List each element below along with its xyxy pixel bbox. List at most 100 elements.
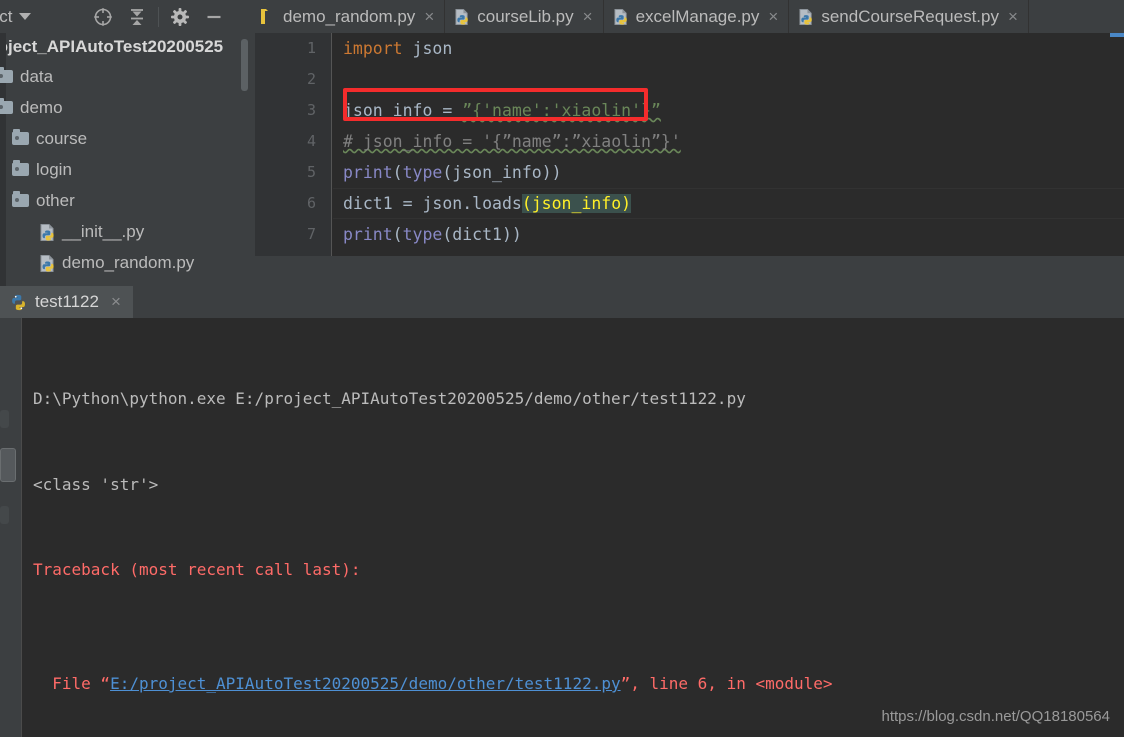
- collapse-all-icon-svg: [131, 8, 143, 25]
- close-icon[interactable]: ×: [111, 292, 121, 312]
- tree-item-project-root[interactable]: roject_APIAutoTest20200525: [0, 33, 255, 61]
- python-file-icon: [40, 254, 55, 272]
- token-punct: (json_info)): [442, 163, 562, 182]
- gear-icon-svg: [171, 7, 189, 26]
- console-gutter-button-3[interactable]: [0, 506, 9, 524]
- line-number: 2: [306, 70, 316, 88]
- tree-item-demo[interactable]: demo: [0, 92, 255, 123]
- locate-target-icon-svg: [94, 7, 112, 26]
- tree-item-demo-random-py[interactable]: demo_random.py: [0, 247, 255, 278]
- code-line-3[interactable]: json_info = ”{'name':'xiaolin'}”: [333, 95, 1124, 126]
- tree-item-label: data: [20, 66, 54, 86]
- code-text-area[interactable]: import json json_info = ”{'name':'xiaoli…: [333, 33, 1124, 286]
- tree-item-label: __init__.py: [62, 221, 145, 241]
- editor-tab-courseLib[interactable]: courseLib.py ×: [445, 0, 604, 33]
- tree-item-login[interactable]: login: [0, 154, 255, 185]
- editor-tab-bar: demo_random.py × courseLib.py × excelMan…: [255, 0, 1124, 33]
- token-punct: (: [392, 225, 403, 244]
- python-file-icon: [614, 8, 629, 25]
- close-icon[interactable]: ×: [1008, 7, 1018, 27]
- editor-tab-demo_random[interactable]: demo_random.py ×: [255, 0, 446, 33]
- watermark: https://blog.csdn.net/QQ18180564: [881, 708, 1111, 725]
- file-link[interactable]: E:/project_APIAutoTest20200525/demo/othe…: [110, 674, 621, 693]
- folder-icon: [0, 67, 13, 83]
- console-gutter-button-1[interactable]: [0, 410, 9, 428]
- project-scrollbar[interactable]: [241, 39, 248, 91]
- hide-icon[interactable]: [197, 0, 231, 33]
- code-line-4[interactable]: # json_info = '{”name”:”xiaolin”}': [333, 126, 1124, 157]
- frame-suffix: ”, line 6, in <module>: [620, 674, 833, 693]
- collapse-all-icon[interactable]: [120, 0, 154, 33]
- run-console-panel[interactable]: D:\Python\python.exe E:/project_APIAutoT…: [0, 318, 1124, 737]
- editor-tab-label: demo_random.py: [283, 6, 416, 26]
- frame-prefix: File “: [33, 674, 111, 693]
- python-file-icon: [455, 8, 470, 25]
- code-editor[interactable]: 1 2 3 4 5 6 7 8 import json json_info = …: [255, 33, 1124, 286]
- python-file-icon-svg: [455, 8, 468, 25]
- token-operator: =: [442, 101, 463, 120]
- tree-item-other[interactable]: other: [0, 185, 255, 216]
- run-tab-test1122[interactable]: test1122 ×: [0, 286, 133, 318]
- project-label: ject: [0, 6, 13, 26]
- code-line-6[interactable]: dict1 = json.loads(json_info): [333, 188, 1124, 219]
- console-toolbar-gutter[interactable]: [0, 318, 22, 737]
- toolbar-separator: [158, 6, 159, 27]
- console-output[interactable]: D:\Python\python.exe E:/project_APIAutoT…: [23, 318, 1124, 737]
- token-string: ”{'name':'xiaolin'}”: [462, 101, 661, 120]
- python-file-icon-svg: [799, 8, 813, 25]
- pycharm-window: ject: [0, 0, 1124, 737]
- tree-item-course[interactable]: course: [0, 123, 255, 154]
- python-file-icon-svg: [40, 223, 54, 241]
- line-number: 5: [306, 163, 316, 181]
- folder-icon: [0, 98, 13, 114]
- line-number-gutter: 1 2 3 4 5 6 7 8: [255, 33, 332, 286]
- run-tab-label: test1122: [35, 292, 99, 311]
- editor-tab-label: excelManage.py: [635, 6, 760, 26]
- editor-tab-excelManage[interactable]: excelManage.py ×: [604, 0, 790, 33]
- code-line-2[interactable]: [333, 64, 1124, 95]
- folder-icon: [12, 191, 29, 207]
- chevron-down-icon[interactable]: [19, 13, 32, 20]
- code-line-1[interactable]: import json: [333, 33, 1124, 64]
- hide-icon-svg: [207, 15, 221, 18]
- code-line-5[interactable]: print(type(json_info)): [333, 157, 1124, 188]
- python-file-icon: [799, 8, 814, 25]
- tree-item-label: demo: [20, 97, 63, 117]
- line-number: 1: [306, 39, 316, 57]
- python-file-icon-svg: [614, 8, 627, 25]
- console-line: D:\Python\python.exe E:/project_APIAutoT…: [33, 389, 746, 408]
- folder-icon: [12, 160, 29, 176]
- tree-item-label: login: [36, 159, 72, 179]
- token-comment: # json_info = '{”name”:”xiaolin”}': [343, 132, 681, 151]
- token-function: print: [343, 225, 393, 244]
- console-line: <class 'str'>: [33, 474, 159, 494]
- token-keyword: import: [343, 39, 403, 58]
- line-number: 6: [306, 194, 316, 212]
- token-identifier: dict1 = json.loads: [343, 194, 522, 213]
- tree-item-init-py[interactable]: __init__.py: [0, 216, 255, 247]
- folder-icon: [12, 129, 29, 145]
- editor-bottom-strip: [255, 256, 1124, 286]
- close-icon[interactable]: ×: [424, 7, 434, 27]
- project-tool-window-header[interactable]: ject: [0, 0, 86, 33]
- editor-tab-sendCourseRequest[interactable]: sendCourseRequest.py ×: [789, 0, 1029, 33]
- python-run-icon-svg: [12, 294, 25, 310]
- code-line-7[interactable]: print(type(dict1)): [333, 219, 1124, 250]
- tree-item-data[interactable]: data: [0, 61, 255, 92]
- token-punct: (dict1)): [442, 225, 522, 244]
- locate-target-icon[interactable]: [86, 0, 120, 33]
- run-tool-window-tabbar: test1122 ×: [0, 286, 1124, 318]
- token-function: print: [343, 163, 393, 182]
- editor-tab-label: courseLib.py: [477, 6, 574, 26]
- tree-item-label: demo_random.py: [62, 252, 195, 272]
- project-tool-window[interactable]: roject_APIAutoTest20200525 data demo cou…: [0, 33, 255, 286]
- close-icon[interactable]: ×: [583, 7, 593, 27]
- python-file-icon: [261, 8, 276, 25]
- close-icon[interactable]: ×: [768, 7, 778, 27]
- console-gutter-button-2[interactable]: [0, 448, 16, 482]
- tree-item-label: course: [36, 128, 88, 148]
- python-file-icon-svg: [40, 254, 54, 272]
- token-punct: (: [392, 163, 403, 182]
- gear-icon[interactable]: [163, 0, 197, 33]
- python-file-icon: [40, 223, 55, 241]
